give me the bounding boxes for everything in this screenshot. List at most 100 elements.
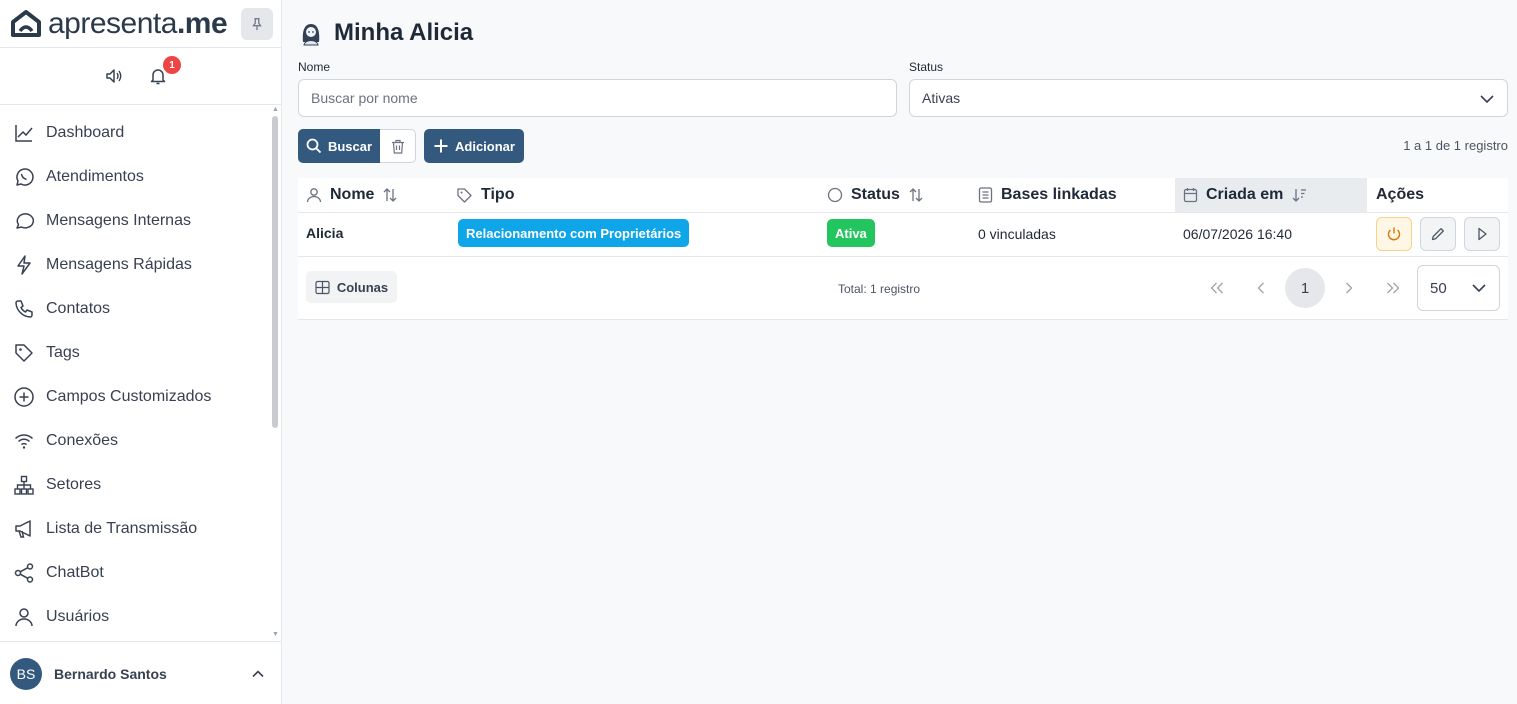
row-created-cell: 06/07/2026 16:40 [1183,226,1292,242]
search-icon [306,138,322,154]
rows-per-page-select[interactable]: 50 [1417,265,1500,311]
next-page-button[interactable] [1329,268,1369,308]
sitemap-icon [12,473,36,497]
sidebar-item-label: Atendimentos [46,168,144,185]
document-icon [978,187,993,203]
row-divider [298,256,1508,257]
search-button-label: Buscar [327,138,373,154]
circle-icon [827,187,843,203]
power-icon [1387,227,1401,241]
chevron-down-icon [1472,284,1486,293]
plus-circle-icon [12,385,36,409]
sidebar-item-label: Contatos [46,300,111,317]
sidebar-item-chatbot[interactable]: ChatBot [0,551,270,595]
open-button[interactable] [1464,217,1500,251]
records-table: Nome Tipo Status Bases linkadas Criada e… [298,178,1508,320]
megaphone-icon [12,517,36,541]
double-chevron-right-icon [1387,282,1400,294]
avatar: BS [10,658,42,690]
header-divider [298,212,1508,213]
add-button-label: Adicionar [455,138,515,154]
sidebar-item-label: Conexões [46,432,119,449]
user-icon [306,188,322,203]
scroll-up-arrow[interactable]: ▲ [272,106,280,113]
scroll-down-arrow[interactable]: ▼ [272,631,280,638]
sidebar-tools [0,48,282,105]
sidebar-item-setores[interactable]: Setores [0,463,270,507]
sidebar-item-dashboard[interactable]: Dashboard [0,111,270,155]
speaker-icon [106,69,122,83]
last-page-button[interactable] [1373,268,1413,308]
sidebar-item-label: ChatBot [46,564,104,581]
chat-bubble-icon [12,209,36,233]
column-header-created[interactable]: Criada em [1175,178,1367,212]
type-tag: Relacionamento com Proprietários [458,219,690,247]
status-badge: Ativa [827,219,875,247]
toggle-active-button[interactable] [1376,217,1412,251]
sidebar-scrollbar[interactable] [272,116,278,428]
sidebar-item-tags[interactable]: Tags [0,331,270,375]
pin-icon [252,18,262,31]
sidebar-item-mensagens-internas[interactable]: Mensagens Internas [0,199,270,243]
chevron-up-icon[interactable] [250,666,266,682]
sidebar-item-atendimentos[interactable]: Atendimentos [0,155,270,199]
name-search-input[interactable]: Buscar por nome [298,79,897,117]
chevron-left-icon [1257,282,1264,294]
status-filter-label: Status [909,60,944,74]
pin-sidebar-button[interactable] [241,8,273,40]
sidebar-item-campos-customizados[interactable]: Campos Customizados [0,375,270,419]
sort-icon [383,188,397,202]
column-header-label: Ações [1376,186,1425,203]
rows-per-page-value: 50 [1430,279,1447,297]
row-bases-cell: 0 vinculadas [978,226,1056,242]
user-icon [12,605,36,629]
first-page-button[interactable] [1197,268,1237,308]
column-header-label: Criada em [1206,186,1284,203]
sidebar-item-conexoes[interactable]: Conexões [0,419,270,463]
sidebar-item-lista-transmissao[interactable]: Lista de Transmissão [0,507,270,551]
brand-name: apresenta.me [48,7,228,40]
user-menu[interactable]: BS Bernardo Santos [0,641,282,704]
column-header-type: Tipo [456,178,816,212]
record-range: 1 a 1 de 1 registro [1403,138,1508,153]
user-name: Bernardo Santos [54,666,167,682]
status-select[interactable]: Ativas [909,79,1508,117]
pencil-icon [1431,228,1444,241]
page-button-current[interactable]: 1 [1285,268,1325,308]
columns-icon [315,280,330,294]
page-title: Minha Alicia [334,19,474,46]
sidebar-item-mensagens-rapidas[interactable]: Mensagens Rápidas [0,243,270,287]
columns-button[interactable]: Colunas [306,271,397,303]
add-button[interactable]: Adicionar [424,129,524,163]
volume-button[interactable] [103,65,125,87]
edit-button[interactable] [1420,217,1456,251]
column-header-status[interactable]: Status [827,178,967,212]
name-search-placeholder: Buscar por nome [311,90,418,106]
chevron-down-icon [1480,95,1494,104]
sidebar-item-label: Campos Customizados [46,388,212,405]
search-button[interactable]: Buscar [298,129,380,163]
notification-badge: 1 [163,56,181,74]
name-filter-label: Nome [298,60,331,74]
total-records: Total: 1 registro [838,282,921,296]
column-header-name[interactable]: Nome [306,178,456,212]
column-header-bases: Bases linkadas [978,178,1168,212]
assistant-avatar-icon [302,24,320,46]
sidebar-item-label: Mensagens Internas [46,212,191,229]
sidebar-item-label: Dashboard [46,124,125,141]
bolt-icon [12,253,36,277]
clear-filters-button[interactable] [380,129,416,163]
sidebar-item-label: Lista de Transmissão [46,520,198,537]
status-select-value: Ativas [922,90,961,106]
sort-descending-icon [1292,189,1307,202]
row-name-cell: Alicia [306,225,344,241]
column-header-actions: Ações [1376,178,1496,212]
trash-icon [391,139,404,154]
prev-page-button[interactable] [1241,268,1281,308]
sidebar-item-usuarios[interactable]: Usuários [0,595,270,639]
column-header-label: Status [851,186,900,203]
whatsapp-icon [12,165,36,189]
sidebar-item-contatos[interactable]: Contatos [0,287,270,331]
page-header: Minha Alicia [298,16,473,50]
share-icon [12,561,36,585]
